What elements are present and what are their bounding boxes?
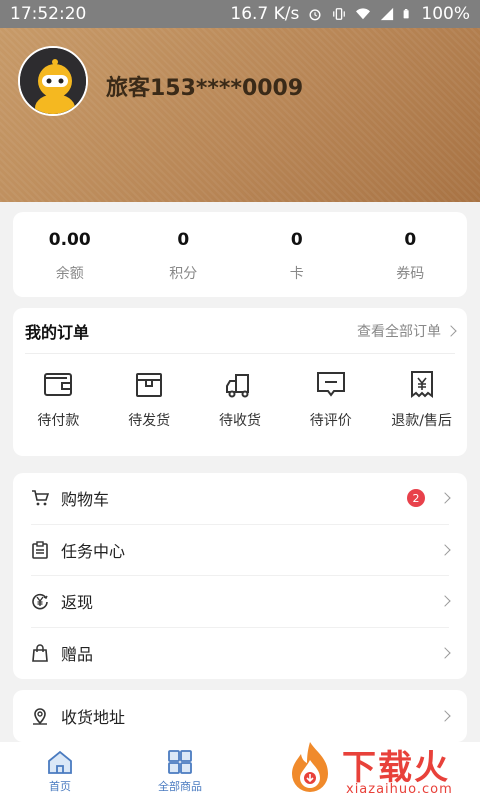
balance-stats-card: 0.00 余额 0 积分 0 卡 0 券码 bbox=[13, 212, 467, 297]
stat-label: 积分 bbox=[169, 266, 198, 282]
chevron-right-icon bbox=[439, 544, 451, 556]
stat-value: 0.00 bbox=[48, 230, 91, 250]
grid-icon bbox=[168, 750, 192, 774]
order-item-label: 待发货 bbox=[128, 413, 171, 429]
menu-item-task-center[interactable]: 任务中心 bbox=[31, 525, 451, 576]
truck-icon bbox=[225, 374, 249, 398]
tab-label: 首页 bbox=[49, 780, 71, 793]
username[interactable]: 旅客153****0009 bbox=[106, 70, 303, 102]
stat-value: 0 bbox=[177, 230, 190, 250]
menu-item-label: 收货地址 bbox=[61, 707, 126, 727]
stat-label: 余额 bbox=[55, 266, 84, 282]
stat-balance[interactable]: 0.00 余额 bbox=[13, 212, 127, 297]
flame-logo-icon bbox=[292, 742, 328, 792]
avatar[interactable] bbox=[18, 46, 88, 116]
alarm-icon bbox=[309, 9, 321, 21]
menu-item-label: 任务中心 bbox=[61, 541, 126, 561]
tab-home[interactable]: 首页 bbox=[0, 742, 120, 800]
view-all-orders-link[interactable]: 查看全部订单 bbox=[357, 321, 457, 341]
order-status-row: 待付款 待发货 待收货 待评价 退款/售后 bbox=[13, 368, 467, 430]
watermark-logo: 下载火 xiazaihuo.com bbox=[280, 736, 480, 800]
status-bar: 17:52:20 16.7 K/s 100% bbox=[0, 0, 480, 28]
address-card: 收货地址 bbox=[13, 690, 467, 742]
stat-coupons[interactable]: 0 券码 bbox=[354, 212, 468, 297]
box-icon bbox=[136, 373, 163, 397]
view-all-orders-label: 查看全部订单 bbox=[357, 323, 441, 340]
menu-item-label: 赠品 bbox=[61, 645, 94, 665]
menu-item-cart[interactable]: 购物车 2 bbox=[31, 473, 451, 525]
stat-value: 0 bbox=[404, 230, 417, 250]
my-orders-card: 我的订单 查看全部订单 待付款 待发货 待收货 待评价 退款/售后 bbox=[13, 308, 467, 456]
stat-points[interactable]: 0 积分 bbox=[127, 212, 241, 297]
battery-level: 100% bbox=[421, 4, 470, 24]
menu-item-gifts[interactable]: 赠品 bbox=[31, 628, 451, 680]
order-pending-receipt[interactable]: 待收货 bbox=[195, 368, 286, 430]
network-speed: 16.7 K/s bbox=[230, 4, 300, 24]
status-time: 17:52:20 bbox=[10, 4, 87, 24]
wifi-icon bbox=[356, 8, 371, 20]
menu-item-label: 购物车 bbox=[61, 490, 110, 510]
wallet-icon bbox=[44, 373, 73, 396]
gift-bag-icon bbox=[32, 644, 48, 663]
menu-list-card: 购物车 2 任务中心 返现 赠品 bbox=[13, 473, 467, 679]
signal-icon bbox=[381, 7, 394, 21]
comment-icon bbox=[316, 372, 345, 397]
cashback-icon bbox=[32, 594, 48, 610]
stat-cards[interactable]: 0 卡 bbox=[240, 212, 354, 297]
tab-label: 全部商品 bbox=[158, 780, 202, 793]
stat-label: 卡 bbox=[289, 266, 304, 282]
menu-item-shipping-address[interactable]: 收货地址 bbox=[31, 690, 451, 742]
order-item-label: 待评价 bbox=[309, 413, 352, 429]
order-refund-aftersale[interactable]: 退款/售后 bbox=[376, 368, 467, 430]
order-pending-review[interactable]: 待评价 bbox=[285, 368, 376, 430]
chevron-right-icon bbox=[439, 647, 451, 659]
chevron-right-icon bbox=[439, 595, 451, 607]
cart-count-badge: 2 bbox=[407, 489, 425, 508]
status-indicators: 16.7 K/s 100% bbox=[230, 4, 470, 24]
order-item-label: 待收货 bbox=[218, 413, 261, 429]
stat-label: 券码 bbox=[396, 266, 425, 282]
menu-item-cashback[interactable]: 返现 bbox=[31, 576, 451, 628]
order-item-label: 退款/售后 bbox=[391, 413, 452, 429]
order-pending-payment[interactable]: 待付款 bbox=[13, 368, 104, 430]
order-pending-shipment[interactable]: 待发货 bbox=[104, 368, 195, 430]
clipboard-icon bbox=[32, 541, 48, 559]
cart-icon bbox=[32, 490, 49, 506]
orders-header: 我的订单 查看全部订单 bbox=[25, 308, 457, 354]
chevron-right-icon bbox=[439, 492, 451, 504]
orders-title: 我的订单 bbox=[25, 322, 90, 342]
home-icon bbox=[48, 750, 72, 774]
vibrate-icon bbox=[333, 8, 346, 20]
refund-icon bbox=[410, 371, 433, 398]
chevron-right-icon bbox=[445, 324, 457, 337]
chevron-right-icon bbox=[439, 710, 451, 722]
location-icon bbox=[33, 708, 47, 725]
tab-all-products[interactable]: 全部商品 bbox=[120, 742, 240, 800]
watermark-url: xiazaihuo.com bbox=[346, 782, 453, 797]
order-item-label: 待付款 bbox=[37, 413, 80, 429]
stat-value: 0 bbox=[290, 230, 303, 250]
menu-item-label: 返现 bbox=[61, 593, 94, 613]
battery-icon bbox=[404, 9, 410, 19]
